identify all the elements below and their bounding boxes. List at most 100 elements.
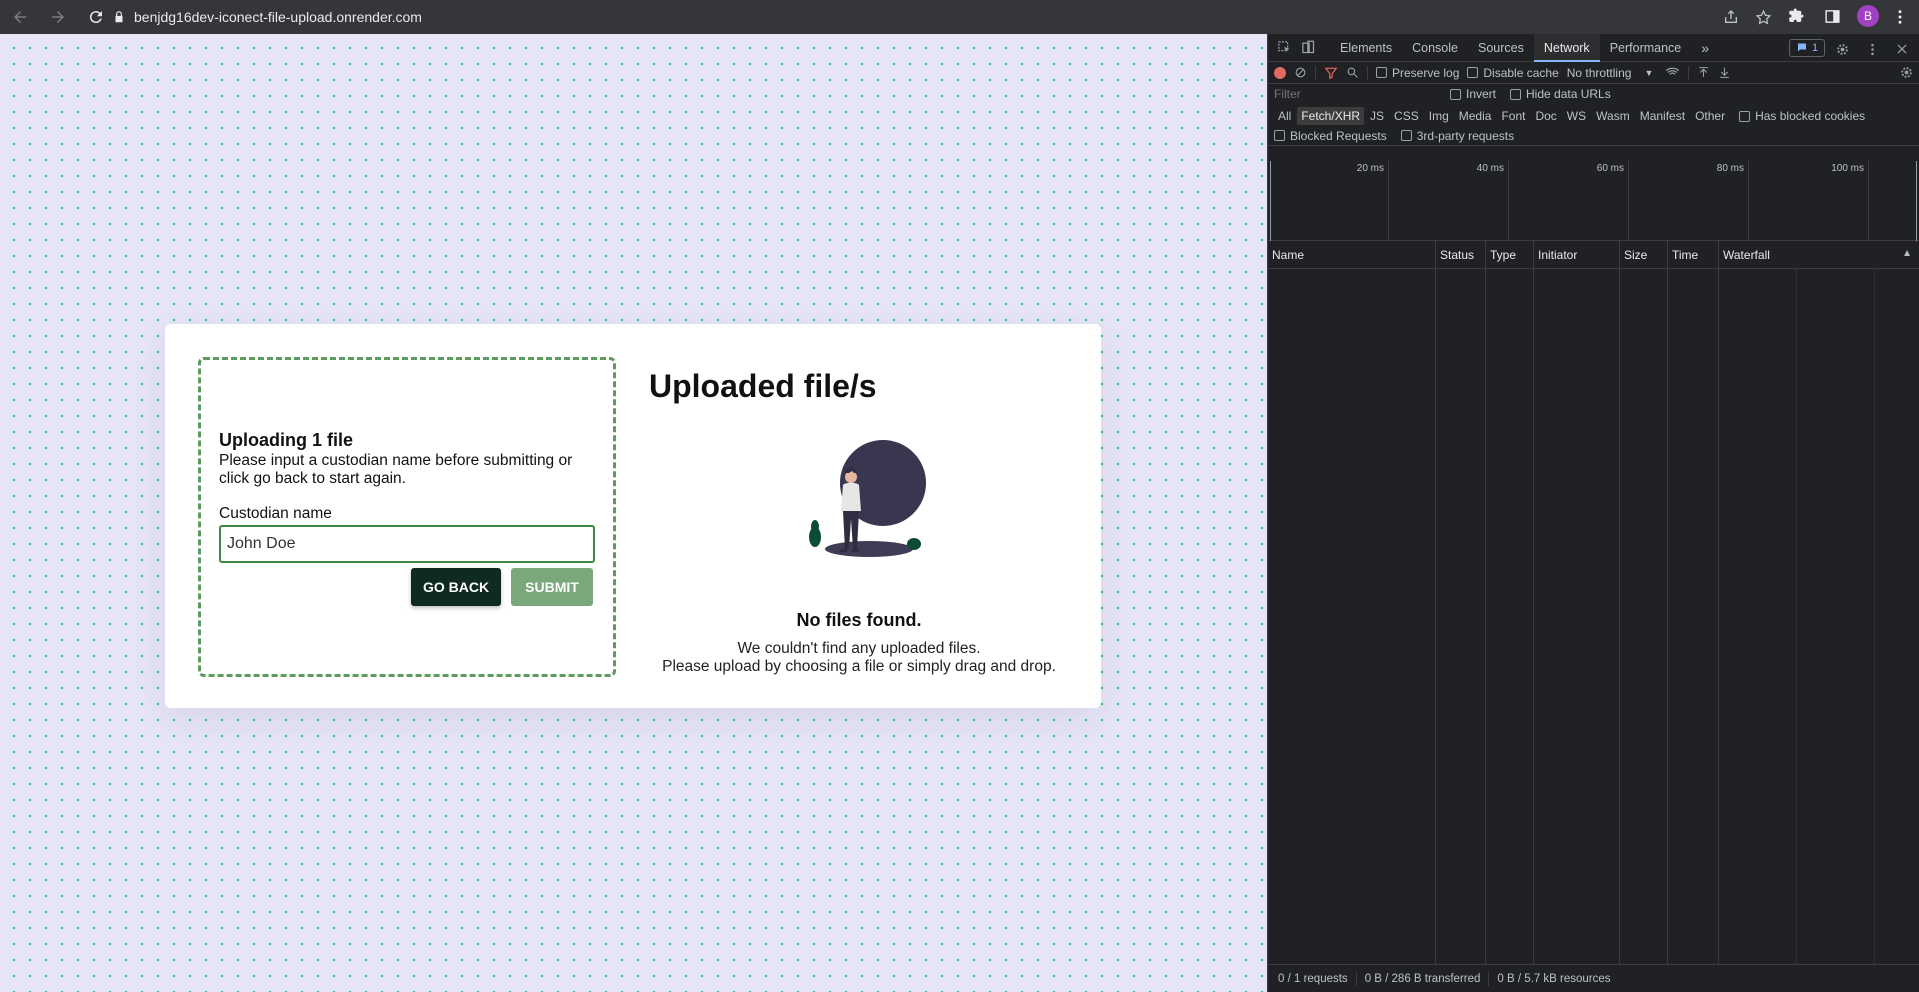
back-arrow-icon[interactable] [8, 5, 32, 29]
bookmark-star-icon[interactable] [1754, 8, 1772, 26]
column-divider [1435, 241, 1436, 964]
has-blocked-cookies-checkbox[interactable]: Has blocked cookies [1739, 109, 1865, 123]
browser-menu-icon[interactable] [1891, 8, 1909, 26]
reload-icon[interactable] [84, 5, 108, 29]
column-status[interactable]: Status [1436, 241, 1474, 269]
tab-console[interactable]: Console [1402, 34, 1468, 62]
invert-checkbox[interactable]: Invert [1450, 87, 1496, 101]
chevron-down-icon: ▼ [1644, 67, 1654, 78]
hide-data-urls-label: Hide data URLs [1526, 87, 1611, 101]
upload-dropzone[interactable]: Uploading 1 file Please input a custodia… [198, 357, 616, 677]
type-other[interactable]: Other [1691, 107, 1729, 125]
settings-gear-icon[interactable] [1830, 37, 1854, 61]
issues-count: 1 [1812, 42, 1819, 54]
issues-flag-icon [1798, 43, 1806, 52]
preserve-log-label: Preserve log [1392, 65, 1460, 80]
custodian-name-label: Custodian name [219, 505, 332, 522]
type-font[interactable]: Font [1497, 107, 1529, 125]
disable-cache-checkbox[interactable]: Disable cache [1467, 66, 1559, 80]
timeline-label: 80 ms [1716, 163, 1744, 174]
type-fetch-xhr[interactable]: Fetch/XHR [1297, 107, 1365, 125]
requests-count: 0 / 1 requests [1278, 972, 1348, 985]
filter-row: Invert Hide data URLs [1268, 84, 1919, 104]
clear-icon[interactable] [1294, 66, 1307, 79]
close-icon[interactable] [1890, 37, 1914, 61]
column-name[interactable]: Name [1268, 241, 1304, 269]
timeline-label: 20 ms [1356, 163, 1384, 174]
column-initiator[interactable]: Initiator [1534, 241, 1577, 269]
throttling-value: No throttling [1566, 65, 1632, 80]
column-divider [1667, 241, 1668, 964]
column-time[interactable]: Time [1668, 241, 1698, 269]
waterfall-gridline [1874, 269, 1875, 964]
browser-toolbar: benjdg16dev-iconect-file-upload.onrender… [0, 0, 1919, 34]
timeline-handle-left[interactable] [1270, 161, 1271, 241]
column-divider [1533, 241, 1534, 964]
invert-label: Invert [1466, 87, 1497, 101]
column-divider [1485, 241, 1486, 964]
side-panel-icon[interactable] [1821, 5, 1843, 27]
no-files-title: No files found. [796, 610, 922, 630]
waterfall-gridline [1796, 269, 1797, 964]
devtools-menu-icon[interactable] [1860, 37, 1884, 61]
search-icon[interactable] [1346, 66, 1359, 79]
share-icon[interactable] [1722, 8, 1740, 26]
column-size[interactable]: Size [1620, 241, 1647, 269]
address-bar[interactable]: benjdg16dev-iconect-file-upload.onrender… [112, 4, 1772, 30]
timeline-label: 100 ms [1831, 163, 1864, 174]
sort-triangle-icon[interactable]: ▲ [1902, 248, 1912, 259]
tab-elements[interactable]: Elements [1330, 34, 1402, 62]
blocked-requests-checkbox[interactable]: Blocked Requests [1274, 129, 1387, 143]
tab-performance[interactable]: Performance [1600, 34, 1692, 62]
network-settings-icon[interactable] [1899, 65, 1914, 80]
throttling-select[interactable]: No throttling ▼ [1567, 66, 1654, 80]
custodian-name-input[interactable] [219, 525, 595, 563]
page-viewport: Uploading 1 file Please input a custodia… [0, 34, 1267, 992]
network-conditions-icon[interactable] [1665, 65, 1680, 80]
record-icon[interactable] [1274, 66, 1286, 79]
go-back-button[interactable]: GO BACK [411, 568, 501, 606]
uploaded-files-title: Uploaded file/s [649, 368, 877, 404]
type-manifest[interactable]: Manifest [1636, 107, 1689, 125]
device-toolbar-icon[interactable] [1296, 36, 1320, 60]
lock-icon [115, 11, 123, 23]
uploading-title: Uploading 1 file [219, 430, 354, 450]
type-all[interactable]: All [1274, 107, 1295, 125]
inspect-element-icon[interactable] [1272, 36, 1296, 60]
filter-funnel-icon[interactable] [1324, 66, 1338, 80]
preserve-log-checkbox[interactable]: Preserve log [1376, 66, 1459, 80]
resource-type-filter: All Fetch/XHR JS CSS Img Media Font Doc … [1268, 106, 1919, 126]
type-css[interactable]: CSS [1390, 107, 1423, 125]
timeline-handle-right[interactable] [1916, 161, 1917, 241]
type-doc[interactable]: Doc [1531, 107, 1560, 125]
profile-avatar[interactable]: B [1857, 5, 1879, 27]
column-waterfall[interactable]: Waterfall [1719, 241, 1770, 269]
has-blocked-cookies-label: Has blocked cookies [1755, 109, 1866, 123]
column-type[interactable]: Type [1486, 241, 1516, 269]
type-ws[interactable]: WS [1563, 107, 1590, 125]
tab-network[interactable]: Network [1533, 33, 1600, 62]
timeline-overview[interactable]: 20 ms 40 ms 60 ms 80 ms 100 ms [1268, 161, 1919, 241]
third-party-checkbox[interactable]: 3rd-party requests [1400, 129, 1514, 143]
forward-arrow-icon[interactable] [46, 5, 70, 29]
issues-badge[interactable]: 1 [1789, 39, 1826, 57]
type-media[interactable]: Media [1455, 107, 1496, 125]
devtools-tab-bar: Elements Console Sources Network Perform… [1268, 33, 1919, 62]
extensions-puzzle-icon[interactable] [1785, 5, 1807, 27]
import-har-icon[interactable] [1697, 66, 1710, 79]
timeline-tick [1388, 161, 1389, 241]
type-js[interactable]: JS [1366, 107, 1388, 125]
submit-button[interactable]: SUBMIT [511, 568, 593, 606]
type-wasm[interactable]: Wasm [1592, 107, 1634, 125]
column-divider [1619, 241, 1620, 964]
network-status-bar: 0 / 1 requests 0 B / 286 B transferred 0… [1268, 964, 1919, 992]
more-tabs-icon[interactable]: » [1691, 34, 1719, 62]
tab-sources[interactable]: Sources [1468, 34, 1534, 62]
filter-input[interactable] [1274, 85, 1434, 103]
type-img[interactable]: Img [1425, 107, 1453, 125]
export-har-icon[interactable] [1718, 66, 1731, 79]
timeline-label: 40 ms [1476, 163, 1504, 174]
hide-data-urls-checkbox[interactable]: Hide data URLs [1510, 87, 1611, 101]
resources-size: 0 B / 5.7 kB resources [1497, 972, 1611, 985]
timeline-tick [1508, 161, 1509, 241]
